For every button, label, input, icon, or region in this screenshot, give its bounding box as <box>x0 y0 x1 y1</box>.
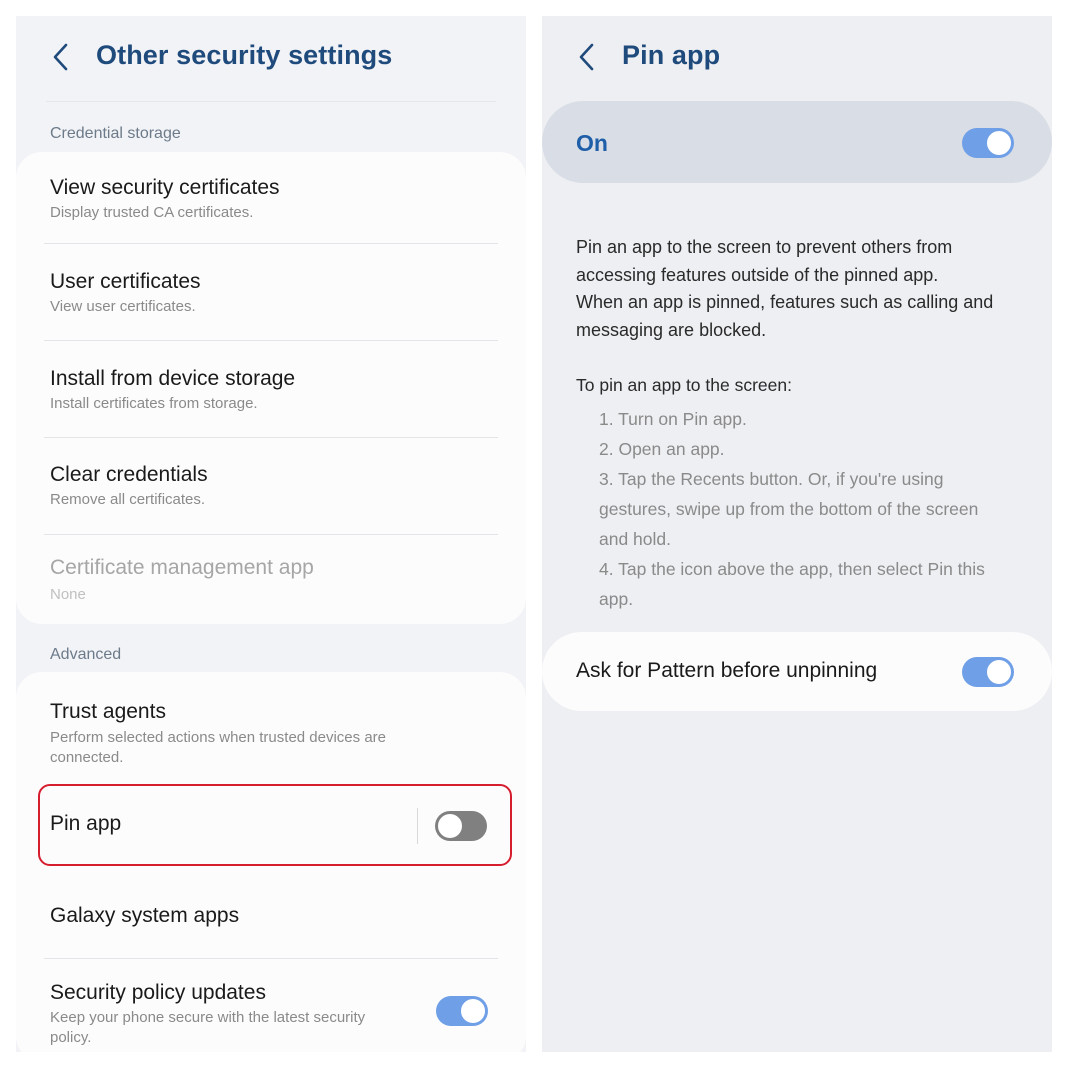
security-policy-updates-toggle[interactable] <box>436 996 488 1026</box>
step-item: and hold. <box>599 529 672 549</box>
list-item-title: User certificates <box>50 270 201 293</box>
howto-title: To pin an app to the screen: <box>576 375 792 395</box>
list-item-title: View security certificates <box>50 176 280 199</box>
section-label-advanced: Advanced <box>50 646 122 663</box>
back-arrow-icon[interactable] <box>576 42 598 72</box>
step-item: 4. Tap the icon above the app, then sele… <box>599 559 985 579</box>
step-item: 2. Open an app. <box>599 439 725 459</box>
list-item-title: Install from device storage <box>50 367 296 390</box>
step-item: app. <box>599 589 634 609</box>
step-item: 1. Turn on Pin app. <box>599 409 747 429</box>
list-item-subtitle: Perform selected actions when trusted de… <box>50 728 386 768</box>
master-switch-label: On <box>576 130 608 156</box>
back-arrow-icon[interactable] <box>50 42 72 72</box>
credential-storage-card: View security certificates Display trust… <box>16 152 526 624</box>
description-line: When an app is pinned, features such as … <box>576 292 994 312</box>
header: Pin app <box>542 16 1052 100</box>
subtitle-line: connected. <box>50 749 124 766</box>
list-item-galaxy-system-apps[interactable]: Galaxy system apps <box>16 868 526 958</box>
header-divider <box>46 101 496 102</box>
list-item-subtitle: Remove all certificates. <box>50 491 206 508</box>
pin-app-screen: Pin app On Pin an app to the screen to p… <box>542 16 1052 1052</box>
header: Other security settings <box>16 16 526 100</box>
description-line: Pin an app to the screen to prevent othe… <box>576 237 953 257</box>
list-item-title: Trust agents <box>50 700 166 723</box>
section-label-credential-storage: Credential storage <box>50 125 181 142</box>
subtitle-line: Perform selected actions when trusted de… <box>50 729 386 746</box>
list-item-title: Clear credentials <box>50 463 208 486</box>
list-item-subtitle: None <box>50 586 86 603</box>
list-item-subtitle: View user certificates. <box>50 298 196 315</box>
description: Pin an app to the screen to prevent othe… <box>576 234 1026 344</box>
ask-pattern-label: Ask for Pattern before unpinning <box>576 659 878 682</box>
pin-app-highlight-box <box>38 784 512 866</box>
description-line: messaging are blocked. <box>576 319 767 340</box>
list-item-clear-credentials[interactable]: Clear credentials Remove all certificate… <box>16 438 526 534</box>
page-title: Other security settings <box>96 40 393 70</box>
ask-pattern-toggle[interactable] <box>962 657 1014 687</box>
steps-list: 1. Turn on Pin app. 2. Open an app. 3. T… <box>599 404 1019 614</box>
subtitle-line: policy. <box>50 1029 92 1046</box>
list-item-security-policy-updates[interactable]: Security policy updates Keep your phone … <box>16 959 526 1052</box>
list-item-title: Security policy updates <box>50 981 266 1004</box>
list-item-install-from-device-storage[interactable]: Install from device storage Install cert… <box>16 341 526 437</box>
list-item-subtitle: Keep your phone secure with the latest s… <box>50 1008 365 1048</box>
other-security-settings-screen: Other security settings Credential stora… <box>16 16 526 1052</box>
description-line: accessing features outside of the pinned… <box>576 264 939 285</box>
subtitle-line: Keep your phone secure with the latest s… <box>50 1009 366 1026</box>
list-item-certificate-management-app: Certificate management app None <box>16 535 526 624</box>
master-switch-toggle[interactable] <box>962 128 1014 158</box>
ask-pattern-card[interactable]: Ask for Pattern before unpinning <box>542 632 1052 711</box>
step-item: 3. Tap the Recents button. Or, if you're… <box>599 469 944 489</box>
list-item-trust-agents[interactable]: Trust agents Perform selected actions wh… <box>16 672 526 782</box>
list-item-subtitle: Install certificates from storage. <box>50 395 258 412</box>
list-item-view-security-certificates[interactable]: View security certificates Display trust… <box>16 152 526 243</box>
list-item-user-certificates[interactable]: User certificates View user certificates… <box>16 244 526 340</box>
master-switch-bar[interactable]: On <box>542 101 1052 183</box>
page-title: Pin app <box>622 40 721 70</box>
list-item-subtitle: Display trusted CA certificates. <box>50 204 254 221</box>
list-item-title: Certificate management app <box>50 556 314 579</box>
list-item-title: Galaxy system apps <box>50 904 240 927</box>
step-item: gestures, swipe up from the bottom of th… <box>599 499 979 519</box>
